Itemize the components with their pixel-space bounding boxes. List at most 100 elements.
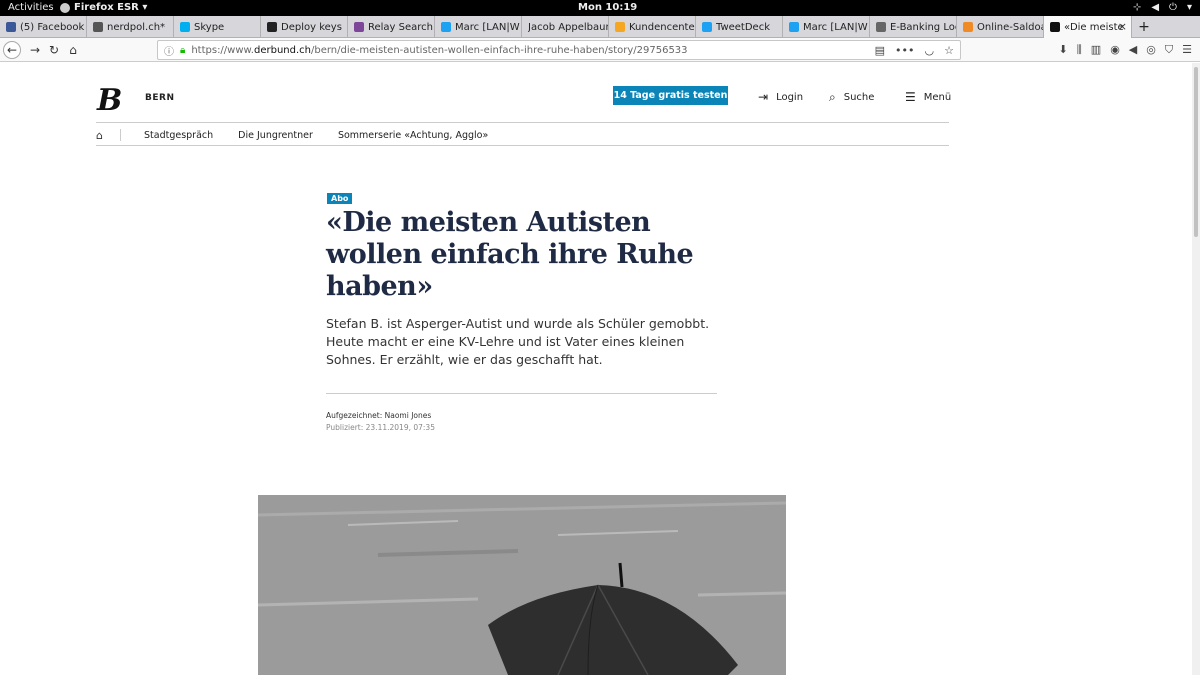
section-nav-item[interactable]: Sommerserie «Achtung, Agglo» [338, 130, 488, 141]
article-publish-date: Publiziert: 23.11.2019, 07:35 [326, 423, 435, 432]
section-nav-item[interactable]: Stadtgespräch [144, 130, 213, 141]
power-icon: ⏻ [1169, 2, 1177, 13]
umbrella-photo [258, 495, 786, 675]
home-icon[interactable]: ⌂ [96, 129, 120, 142]
scrollbar-thumb[interactable] [1194, 67, 1198, 237]
back-button[interactable]: ← [3, 41, 21, 59]
tab[interactable]: Marc [LAN|W [435, 16, 522, 38]
section-nav: ⌂ Stadtgespräch Die Jungrentner Sommerse… [96, 127, 513, 143]
lock-icon[interactable]: 🔒︎ [180, 45, 185, 56]
menu-button[interactable]: ☰ Menü [905, 90, 951, 104]
region-label[interactable]: BERN [145, 93, 174, 103]
tab-favicon-icon [441, 22, 451, 32]
article-headline: «Die meisten Autisten wollen einfach ihr… [326, 207, 694, 302]
library-icon[interactable]: ⫼ [1077, 43, 1082, 57]
activities-button[interactable]: Activities [8, 2, 54, 13]
search-button[interactable]: ⌕ Suche [829, 90, 874, 105]
tab-label: nerdpol.ch* [107, 21, 166, 33]
download-icon[interactable]: ⬇ [1059, 43, 1068, 57]
extension-icon[interactable]: ◉ [1110, 43, 1120, 57]
url-text[interactable]: https://www.derbund.ch/bern/die-meisten-… [191, 45, 687, 56]
tab-label: Kundencenter [629, 21, 695, 33]
tab-favicon-icon [354, 22, 364, 32]
app-menu[interactable]: Firefox ESR ▾ [60, 2, 147, 13]
bookmark-star-icon[interactable]: ☆ [944, 44, 954, 57]
app-menu-label: Firefox ESR ▾ [74, 2, 148, 13]
tab-label: «Die meiste [1064, 21, 1124, 33]
arrow-left-icon: ← [6, 43, 18, 57]
site-logo[interactable]: B [97, 83, 122, 118]
tab[interactable]: Deploy keys [261, 16, 348, 38]
tab-label: Relay Search: [368, 21, 434, 33]
menu-label: Menü [923, 91, 952, 103]
extension-icon[interactable]: ◎ [1146, 43, 1156, 57]
article-lead: Stefan B. ist Asperger-Autist und wurde … [326, 316, 710, 367]
extension-icon[interactable]: ◀ [1129, 43, 1137, 57]
hamburger-menu-icon[interactable]: ☰ [1182, 43, 1192, 57]
more-actions-icon[interactable]: ••• [895, 44, 914, 57]
tab-label: TweetDeck [716, 21, 770, 33]
tab[interactable]: Kundencenter [609, 16, 696, 38]
page-scrollbar[interactable] [1192, 63, 1200, 675]
tab-label: Deploy keys [281, 21, 342, 33]
tab-favicon-icon [6, 22, 16, 32]
tab[interactable]: TweetDeck [696, 16, 783, 38]
section-nav-item[interactable]: Die Jungrentner [238, 130, 313, 141]
tab-favicon-icon [180, 22, 190, 32]
forward-button[interactable]: → [26, 41, 44, 59]
tab-favicon-icon [267, 22, 277, 32]
system-top-bar: Activities Firefox ESR ▾ Mon 10:19 ⊹ ◀ ⏻… [0, 0, 1200, 16]
tab-label: E-Banking Log [890, 21, 956, 33]
tab-favicon-icon [1050, 22, 1060, 32]
url-host: derbund.ch [253, 44, 311, 56]
tab-strip: (5) Facebook nerdpol.ch* Skype Deploy ke… [0, 16, 1200, 38]
network-icon: ⊹ [1132, 2, 1142, 13]
chevron-down-icon: ▾ [1186, 2, 1192, 13]
tab-favicon-icon [93, 22, 103, 32]
reload-button[interactable]: ↻ [45, 41, 63, 59]
tab-label: Marc [LAN|W [455, 21, 520, 33]
arrow-right-icon: → [29, 43, 41, 57]
divider [120, 129, 121, 141]
reload-icon: ↻ [48, 43, 60, 57]
search-label: Suche [843, 92, 875, 103]
tab[interactable]: nerdpol.ch* [87, 16, 174, 38]
tab[interactable]: Skype [174, 16, 261, 38]
new-tab-button[interactable]: + [1132, 16, 1156, 37]
home-button[interactable]: ⌂ [64, 41, 82, 59]
close-icon[interactable]: × [1118, 20, 1127, 33]
url-prefix: https://www. [191, 44, 254, 56]
hamburger-menu-icon: ☰ [905, 90, 916, 104]
reader-view-icon[interactable]: ▤ [875, 44, 885, 57]
tab-favicon-icon [702, 22, 712, 32]
tab[interactable]: E-Banking Log [870, 16, 957, 38]
navigation-toolbar: ← → ↻ ⌂ ⓘ 🔒︎ https://www.derbund.ch/bern… [0, 38, 1200, 62]
tab-label: Marc [LAN|W [803, 21, 868, 33]
divider [96, 122, 949, 123]
divider [326, 393, 717, 394]
tab[interactable]: Online-Saldoa [957, 16, 1044, 38]
tab-active[interactable]: «Die meiste × [1044, 16, 1132, 38]
tab[interactable]: Marc [LAN|W [783, 16, 870, 38]
info-icon[interactable]: ⓘ [164, 43, 174, 58]
tab-label: (5) Facebook [20, 21, 85, 33]
plus-icon: + [1138, 18, 1150, 35]
web-page: B BERN 14 Tage gratis testen ⇥ Login ⌕ S… [0, 63, 1192, 675]
divider [96, 145, 949, 146]
abo-badge: Abo [327, 193, 353, 204]
tab-favicon-icon [789, 22, 799, 32]
pocket-icon[interactable]: ◡ [925, 44, 935, 57]
tab[interactable]: Jacob Appelbaum [522, 16, 609, 38]
ublock-icon[interactable]: ⛉ [1165, 43, 1173, 57]
login-label: Login [776, 91, 804, 103]
tab-favicon-icon [963, 22, 973, 32]
url-bar[interactable]: ⓘ 🔒︎ https://www.derbund.ch/bern/die-mei… [157, 40, 961, 60]
tab[interactable]: (5) Facebook [0, 16, 87, 38]
sidebar-icon[interactable]: ▥ [1091, 43, 1101, 57]
login-button[interactable]: ⇥ Login [758, 90, 803, 104]
clock[interactable]: Mon 10:19 [578, 2, 637, 13]
trial-button[interactable]: 14 Tage gratis testen [613, 86, 728, 105]
article-photo[interactable] [258, 495, 786, 675]
tab[interactable]: Relay Search: [348, 16, 435, 38]
system-tray[interactable]: ⊹ ◀ ⏻ ▾ [1133, 2, 1192, 13]
